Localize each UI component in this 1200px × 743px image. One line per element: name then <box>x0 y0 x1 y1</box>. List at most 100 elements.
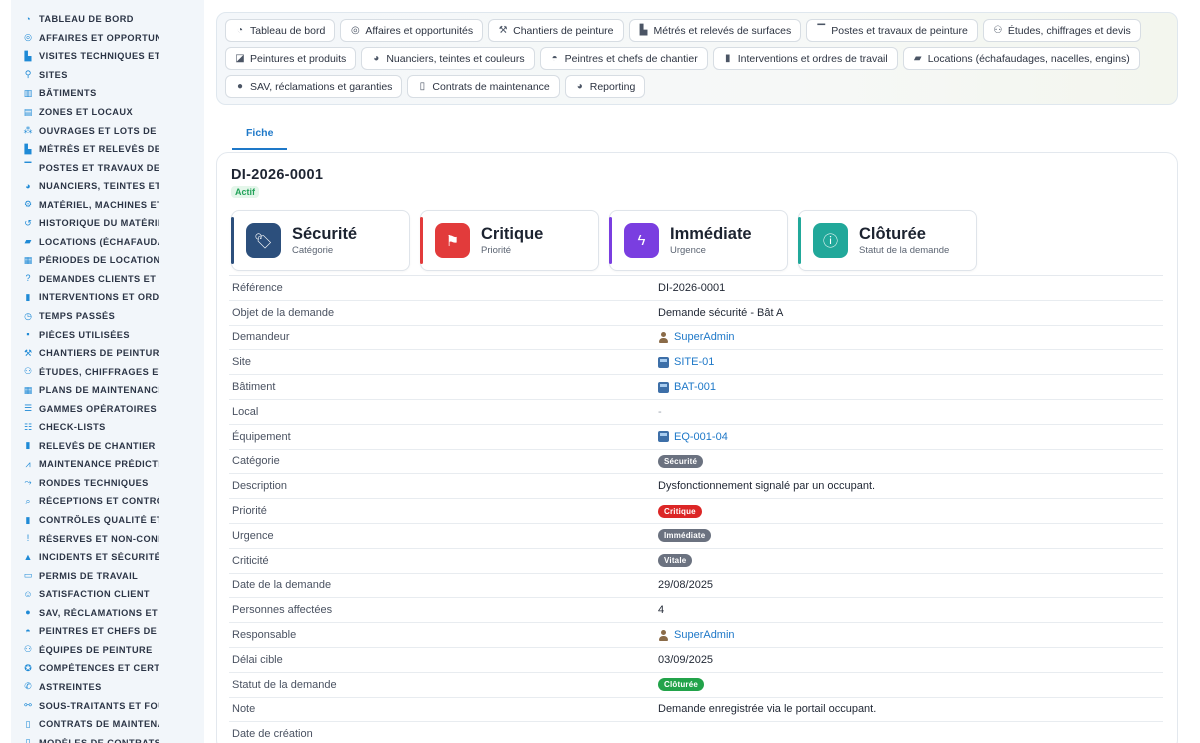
sidebar-item-30[interactable]: ▲ INCIDENTS ET SÉCURITÉ <box>11 548 204 567</box>
module-chip-3[interactable]: ⚒ Chantiers de peinture <box>488 19 624 42</box>
sidebar-item-22[interactable]: ☰ GAMMES OPÉRATOIRES <box>11 399 204 418</box>
sidebar-item-7[interactable]: ⁂ OUVRAGES ET LOTS DE T <box>11 121 204 140</box>
sidebar-item-21[interactable]: ▦ PLANS DE MAINTENANCE <box>11 381 204 400</box>
sidebar-item-3[interactable]: ▙ VISITES TECHNIQUES ET <box>11 47 204 66</box>
record-card: DI-2026-0001 Actif 🏷 Sécurité Catégorie ⚑ Cr… <box>216 152 1178 743</box>
module-chip-4[interactable]: ▙ Métrés et relevés de surfaces <box>628 19 802 42</box>
cogs-icon: ⚙ <box>23 199 33 210</box>
sidebar-item-16[interactable]: ▮ INTERVENTIONS ET ORDI <box>11 288 204 307</box>
sidebar-item-9[interactable]: ▔ POSTES ET TRAVAUX DE <box>11 158 204 177</box>
module-chip-13[interactable]: ▯ Contrats de maintenance <box>407 75 560 98</box>
module-chip-label: Peintures et produits <box>250 52 347 65</box>
field-row: Urgence Immédiate <box>229 524 1163 549</box>
field-value: Dysfonctionnement signalé par un occupan… <box>658 480 876 493</box>
field-value-cell: Clôturée <box>658 678 705 692</box>
module-chip-11[interactable]: ▰ Locations (échafaudages, nacelles, engi… <box>902 47 1140 70</box>
module-chip-1[interactable]: ◔ Tableau de bord <box>225 19 336 42</box>
target-icon: ◎ <box>24 32 32 43</box>
file-contract-icon: ▯ <box>419 81 426 92</box>
smile-icon: ☺ <box>23 588 33 599</box>
sidebar-item-37[interactable]: ✆ ASTREINTES <box>11 678 204 697</box>
sidebar-item-36[interactable]: ✪ COMPÉTENCES ET CERTI <box>11 659 204 678</box>
sidebar-item-27[interactable]: ⌕ RÉCEPTIONS ET CONTRĈ <box>11 492 204 511</box>
user-link[interactable]: SuperAdmin <box>674 331 735 343</box>
sidebar-item-label: SAV, RÉCLAMATIONS ET ( <box>39 607 159 618</box>
info-icon: ⓘ <box>813 223 848 258</box>
chat-icon: ● <box>25 607 31 618</box>
sidebar-item-40[interactable]: ▯ MODÈLES DE CONTRATS <box>11 733 204 743</box>
id-card-icon: ▭ <box>23 570 33 581</box>
sidebar-item-label: AFFAIRES ET OPPORTUN <box>39 32 159 43</box>
sidebar-item-10[interactable]: ◕ NUANCIERS, TEINTES ET <box>11 177 204 196</box>
sidebar-item-39[interactable]: ▯ CONTRATS DE MAINTENA <box>11 715 204 734</box>
module-chip-9[interactable]: ◓ Peintres et chefs de chantier <box>539 47 708 70</box>
sidebar-item-20[interactable]: ⚇ ÉTUDES, CHIFFRAGES ET <box>11 362 204 381</box>
field-label: Note <box>232 703 256 716</box>
sidebar-item-29[interactable]: ! RÉSERVES ET NON-CONF <box>11 529 204 548</box>
value-badge: Clôturée <box>658 678 705 692</box>
sidebar-item-17[interactable]: ◷ TEMPS PASSÉS <box>11 307 204 326</box>
sidebar-item-35[interactable]: ⚇ ÉQUIPES DE PEINTURE <box>11 641 204 660</box>
sidebar-item-label: RÉCEPTIONS ET CONTRĈ <box>39 496 159 507</box>
module-chip-2[interactable]: ◎ Affaires et opportunités <box>340 19 484 42</box>
sidebar-item-label: ZONES ET LOCAUX <box>39 107 134 117</box>
sidebar-item-8[interactable]: ▙ MÉTRÉS ET RELEVÉS DE <box>11 140 204 159</box>
phone-icon: ✆ <box>24 681 32 692</box>
chat-icon: ● <box>236 81 244 92</box>
sidebar-item-24[interactable]: ▮ RELEVÉS DE CHANTIER <box>11 437 204 456</box>
sidebar-item-5[interactable]: ▥ BÂTIMENTS <box>11 84 204 103</box>
module-chip-7[interactable]: ◪ Peintures et produits <box>225 47 357 70</box>
user-icon <box>658 629 669 641</box>
module-chip-10[interactable]: ▮ Interventions et ordres de travail <box>712 47 898 70</box>
sidebar: ◔ TABLEAU DE BORD ◎ AFFAIRES ET OPPORTUN ▙ VI… <box>11 0 204 743</box>
question-icon: ? <box>25 273 31 284</box>
entity-link[interactable]: EQ-001-04 <box>674 431 728 443</box>
kpi-card-critique: ⚑ Critique Priorité <box>420 210 599 271</box>
field-value: 4 <box>658 604 665 617</box>
module-chip-label: Reporting <box>589 80 636 93</box>
field-value-cell: Sécurité <box>658 454 704 468</box>
sidebar-item-1[interactable]: ◔ TABLEAU DE BORD <box>11 10 204 29</box>
sidebar-item-6[interactable]: ▤ ZONES ET LOCAUX <box>11 103 204 122</box>
sidebar-item-28[interactable]: ▮ CONTRÔLES QUALITÉ ET <box>11 511 204 530</box>
module-chip-12[interactable]: ● SAV, réclamations et garanties <box>225 75 403 98</box>
sidebar-item-19[interactable]: ⚒ CHANTIERS DE PEINTURI <box>11 344 204 363</box>
clipboard-icon: ▮ <box>25 291 31 302</box>
sidebar-item-23[interactable]: ☷ CHECK-LISTS <box>11 418 204 437</box>
kpi-value: Sécurité <box>292 224 358 243</box>
layers-icon: ▤ <box>23 106 33 117</box>
truck-icon: ▰ <box>913 53 922 64</box>
sidebar-item-15[interactable]: ? DEMANDES CLIENTS ET I <box>11 270 204 289</box>
sidebar-item-11[interactable]: ⚙ MATÉRIEL, MACHINES ET <box>11 195 204 214</box>
module-chip-5[interactable]: ▔ Postes et travaux de peinture <box>806 19 978 42</box>
kpi-text: Clôturée Statut de la demande <box>859 225 949 256</box>
paint-roller-icon: ▔ <box>817 25 826 36</box>
sidebar-item-2[interactable]: ◎ AFFAIRES ET OPPORTUN <box>11 29 204 48</box>
sidebar-item-33[interactable]: ● SAV, RÉCLAMATIONS ET ( <box>11 604 204 623</box>
field-table: Référence DI-2026-0001 Objet de la demande… <box>229 275 1163 743</box>
field-value-cell: 03/09/2025 <box>658 654 713 666</box>
field-value-cell: Vitale <box>658 554 693 568</box>
sidebar-item-38[interactable]: ⚯ SOUS-TRAITANTS ET FOU <box>11 696 204 715</box>
sidebar-item-4[interactable]: ⚲ SITES <box>11 66 204 85</box>
tab-fiche[interactable]: Fiche <box>232 122 288 150</box>
sidebar-item-13[interactable]: ▰ LOCATIONS (ÉCHAFAUDA <box>11 233 204 252</box>
field-row: Priorité Critique <box>229 499 1163 524</box>
sidebar-item-14[interactable]: ▦ PÉRIODES DE LOCATION <box>11 251 204 270</box>
user-link[interactable]: SuperAdmin <box>674 629 735 641</box>
sidebar-item-26[interactable]: ⤳ RONDES TECHNIQUES <box>11 474 204 493</box>
sidebar-item-34[interactable]: ◓ PEINTRES ET CHEFS DE ( <box>11 622 204 641</box>
palette-icon: ◕ <box>25 180 31 191</box>
module-chip-6[interactable]: ⚇ Études, chiffrages et devis <box>982 19 1141 42</box>
sidebar-item-18[interactable]: ▪ PIÈCES UTILISÉES <box>11 325 204 344</box>
sidebar-item-label: SOUS-TRAITANTS ET FOU <box>39 700 159 711</box>
entity-link[interactable]: BAT-001 <box>674 381 716 393</box>
module-chip-14[interactable]: ◕ Reporting <box>564 75 646 98</box>
sidebar-item-32[interactable]: ☺ SATISFACTION CLIENT <box>11 585 204 604</box>
sidebar-item-25[interactable]: ⩘ MAINTENANCE PRÉDICTIT <box>11 455 204 474</box>
sidebar-item-31[interactable]: ▭ PERMIS DE TRAVAIL <box>11 566 204 585</box>
module-chip-8[interactable]: ◕ Nuanciers, teintes et couleurs <box>361 47 535 70</box>
sidebar-item-12[interactable]: ↺ HISTORIQUE DU MATÉRIE <box>11 214 204 233</box>
module-chip-label: Métrés et relevés de surfaces <box>653 24 792 37</box>
entity-link[interactable]: SITE-01 <box>674 356 714 368</box>
